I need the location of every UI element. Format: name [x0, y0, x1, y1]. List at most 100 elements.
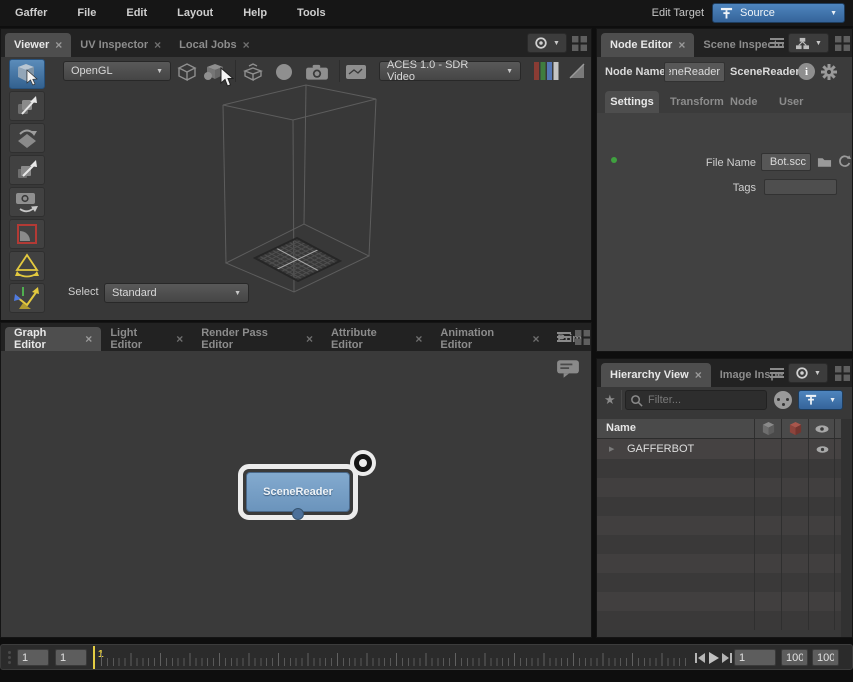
tab-animation-editor[interactable]: Animation Editor ×	[431, 327, 548, 351]
name-column-header[interactable]: Name	[606, 422, 636, 434]
skip-to-start-button[interactable]	[694, 652, 706, 664]
end-frame-input-2[interactable]	[812, 649, 839, 666]
expansion-icon[interactable]	[243, 63, 263, 81]
layout-grid-icon[interactable]	[835, 36, 850, 51]
close-icon[interactable]: ×	[243, 39, 250, 51]
tab-menu-icon[interactable]	[557, 331, 571, 343]
close-icon[interactable]: ×	[306, 333, 313, 345]
playhead-marker[interactable]	[93, 646, 95, 669]
edit-target-value: Source	[740, 7, 775, 19]
tab-node-editor[interactable]: Node Editor ×	[601, 33, 695, 57]
tab-node[interactable]: Node	[730, 96, 758, 108]
timeline-grip-handle[interactable]	[8, 651, 11, 664]
file-name-input[interactable]	[761, 153, 811, 171]
select-mode-dropdown[interactable]: Standard ▼	[104, 283, 249, 303]
menu-edit[interactable]: Edit	[111, 7, 162, 19]
tab-settings[interactable]: Settings	[605, 91, 659, 113]
light-tool-button[interactable]	[9, 251, 45, 281]
close-icon[interactable]: ×	[55, 39, 62, 51]
image-inspector-icon[interactable]	[345, 63, 367, 81]
close-icon[interactable]: ×	[678, 39, 685, 51]
tab-attribute-editor[interactable]: Attribute Editor ×	[322, 327, 431, 351]
viewer-settings-dropdown[interactable]: ▼	[527, 33, 567, 53]
tab-menu-icon[interactable]	[770, 37, 784, 49]
shading-mode-icon[interactable]	[275, 63, 293, 81]
layout-grid-icon[interactable]	[575, 330, 590, 345]
editor-focus-dropdown[interactable]: ▼	[788, 33, 829, 53]
menu-layout[interactable]: Layout	[162, 7, 228, 19]
render-cube-icon[interactable]	[788, 421, 803, 436]
drawing-mode-icon[interactable]	[177, 63, 197, 81]
hierarchy-filter-input[interactable]	[625, 390, 767, 410]
folder-browse-icon[interactable]	[817, 155, 832, 169]
tab-viewer[interactable]: Viewer ×	[5, 33, 72, 57]
select-tool-button[interactable]	[9, 59, 45, 89]
edit-target-dropdown[interactable]: Source ▼	[712, 3, 845, 23]
translate-tool-button[interactable]	[9, 91, 45, 121]
settings-section: File Name Tags	[597, 113, 852, 351]
scale-tool-button[interactable]	[9, 155, 45, 185]
scene-filter-dropdown[interactable]: ▼	[798, 390, 843, 410]
tab-render-pass-editor[interactable]: Render Pass Editor ×	[192, 327, 322, 351]
light-position-tool-button[interactable]	[9, 283, 45, 313]
menu-tools[interactable]: Tools	[282, 7, 341, 19]
node-output-plug[interactable]	[292, 508, 304, 520]
refresh-icon[interactable]	[837, 154, 852, 169]
visibility-eye-icon[interactable]	[815, 445, 830, 454]
node-focus-ring[interactable]	[350, 450, 376, 476]
tags-input[interactable]	[764, 179, 837, 195]
close-icon[interactable]: ×	[176, 333, 183, 345]
close-icon[interactable]: ×	[85, 333, 92, 345]
layout-grid-icon[interactable]	[835, 366, 850, 381]
frame-increment-input[interactable]	[734, 649, 776, 666]
viewport-3d[interactable]: OpenGL ▼ ACES 1.0 - SDR Video ▼ Select S…	[1, 57, 591, 320]
node-graph-canvas[interactable]: SceneReader	[1, 351, 591, 637]
camera-icon[interactable]	[305, 63, 329, 81]
menu-gaffer[interactable]: Gaffer	[0, 7, 62, 19]
expand-arrow-icon[interactable]: ▶	[609, 445, 614, 453]
rgb-channels-icon[interactable]	[534, 61, 559, 81]
renderer-dropdown[interactable]: OpenGL ▼	[63, 61, 171, 81]
close-icon[interactable]: ×	[154, 39, 161, 51]
tab-transform[interactable]: Transform	[670, 96, 724, 108]
tab-menu-icon[interactable]	[770, 367, 784, 379]
tab-local-jobs[interactable]: Local Jobs ×	[170, 33, 258, 57]
chevron-down-icon: ▼	[234, 289, 241, 297]
tab-hierarchy-view[interactable]: Hierarchy View ×	[601, 363, 711, 387]
bookmark-star-icon[interactable]: ★	[604, 392, 616, 408]
target-icon	[795, 366, 809, 380]
close-icon[interactable]: ×	[415, 333, 422, 345]
editor-focus-dropdown[interactable]: ▼	[788, 363, 828, 383]
bound-cube-icon[interactable]	[761, 421, 776, 436]
node-name-input[interactable]	[664, 62, 725, 82]
menu-file[interactable]: File	[62, 7, 111, 19]
chevron-down-icon: ▼	[829, 396, 836, 404]
annotation-bubble-icon[interactable]	[556, 359, 580, 379]
start-frame-input[interactable]	[17, 649, 49, 666]
tab-uv-inspector[interactable]: UV Inspector ×	[71, 33, 170, 57]
scrollbar-track[interactable]	[841, 419, 852, 637]
menu-help[interactable]: Help	[228, 7, 282, 19]
hierarchy-row-gafferbot[interactable]: ▶ GAFFERBOT	[597, 439, 841, 459]
filter-settings-icon[interactable]	[774, 391, 792, 409]
close-icon[interactable]: ×	[533, 333, 540, 345]
gamma-curve-icon[interactable]	[568, 62, 586, 80]
camera-tool-button[interactable]	[9, 187, 45, 217]
tab-user[interactable]: User	[779, 96, 803, 108]
tab-graph-editor[interactable]: Graph Editor ×	[5, 327, 102, 351]
info-icon[interactable]: i	[798, 63, 815, 80]
close-icon[interactable]: ×	[695, 369, 702, 381]
tab-light-editor[interactable]: Light Editor ×	[101, 327, 192, 351]
viewer-panel: Viewer × UV Inspector × Local Jobs × ▼ O…	[0, 28, 592, 320]
current-frame-input[interactable]	[55, 649, 87, 666]
node-settings-gear-icon[interactable]	[820, 63, 838, 81]
visibility-eye-icon[interactable]	[814, 424, 830, 434]
rotate-tool-button[interactable]	[9, 123, 45, 153]
skip-to-end-button[interactable]	[721, 652, 733, 664]
play-button[interactable]	[707, 651, 720, 665]
layout-grid-icon[interactable]	[572, 36, 587, 51]
display-transform-dropdown[interactable]: ACES 1.0 - SDR Video ▼	[379, 59, 521, 83]
crop-window-tool-button[interactable]	[9, 219, 45, 249]
gaffer-window: Gaffer File Edit Layout Help Tools Edit …	[0, 0, 853, 682]
end-frame-input[interactable]	[781, 649, 808, 666]
